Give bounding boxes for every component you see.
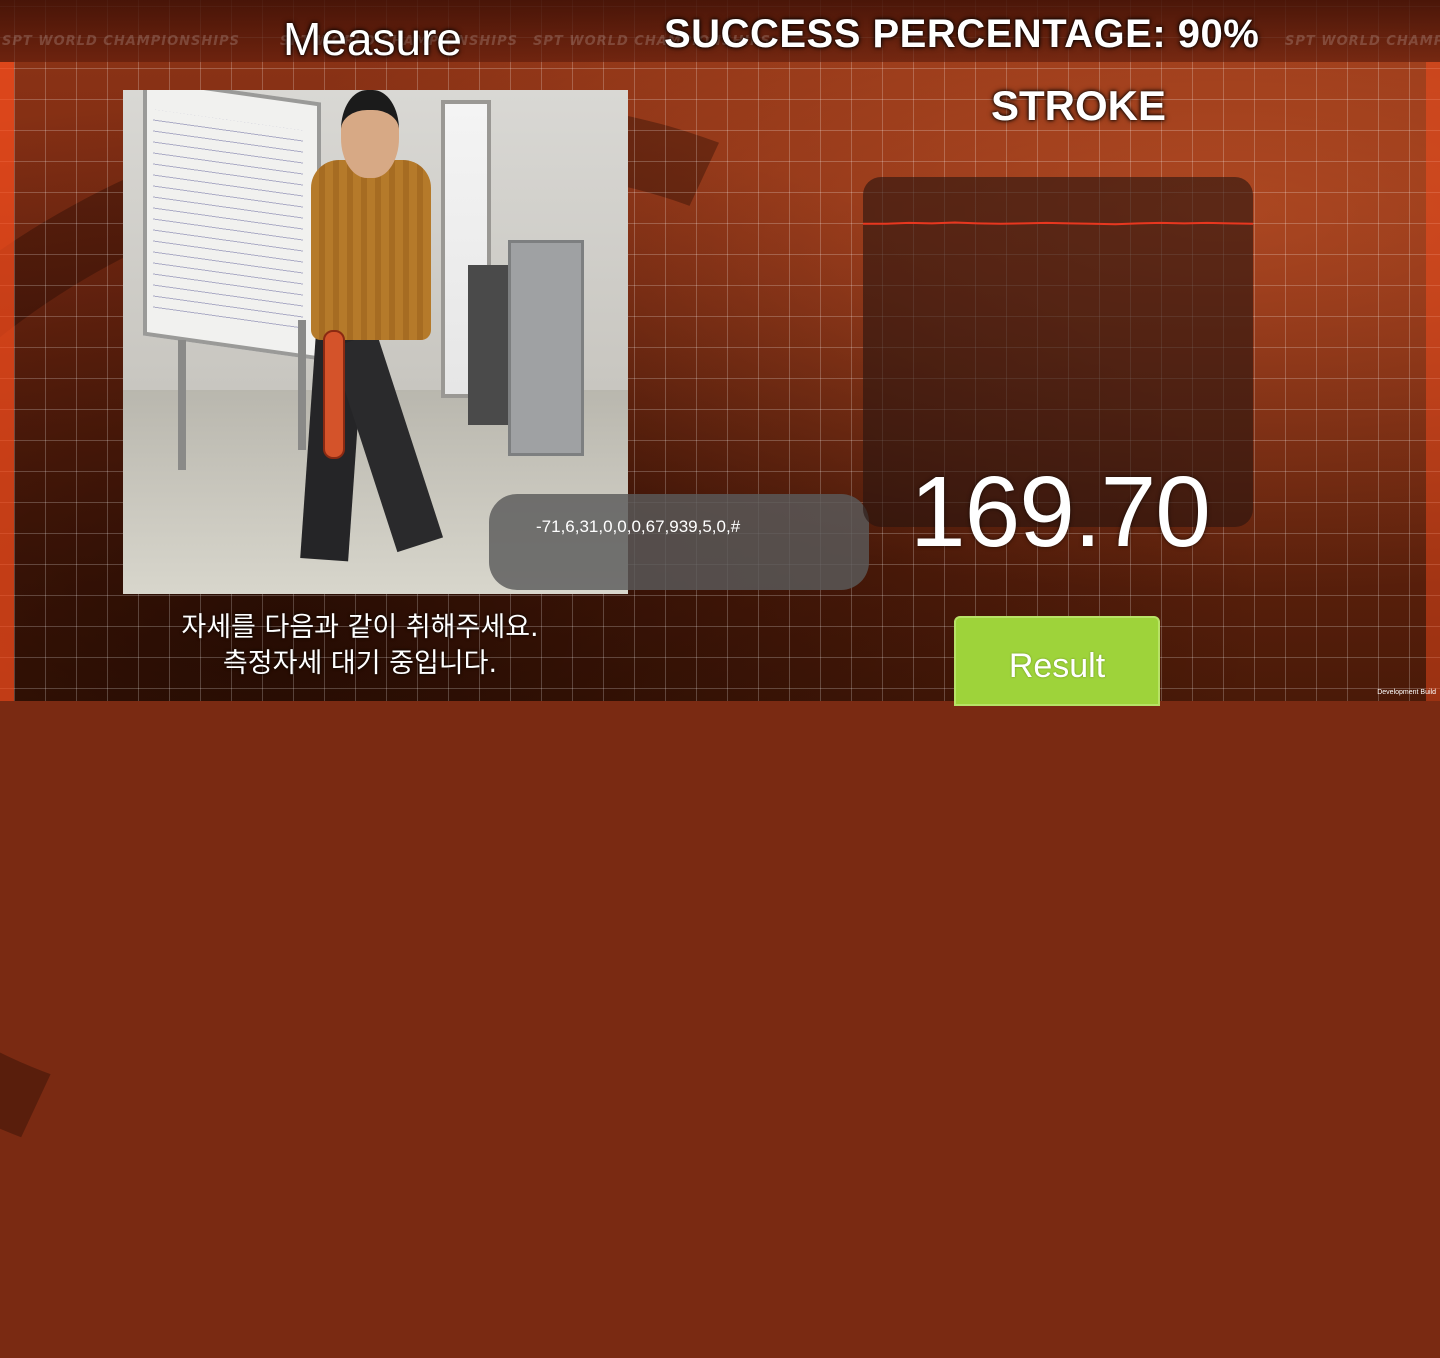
photo-person-sweater	[311, 160, 431, 340]
left-edge-accent	[0, 62, 14, 701]
sensor-data-box	[489, 494, 869, 590]
success-percentage-label: SUCCESS PERCENTAGE: 90%	[664, 12, 1260, 56]
development-build-label: Development Build	[1377, 689, 1436, 696]
result-button[interactable]: Result	[954, 616, 1160, 706]
watermark-text: SPT WORLD CHAMPIONSHIPS	[1285, 34, 1440, 49]
right-edge-accent	[1426, 62, 1440, 701]
photo-whiteboard-stand	[178, 340, 186, 470]
page-title: Measure	[283, 13, 462, 65]
instructions-line-1: 자세를 다음과 같이 취해주세요.	[181, 612, 539, 643]
photo-person-head	[341, 90, 399, 178]
photo-partition	[508, 240, 584, 456]
stroke-graph-label: STROKE	[991, 82, 1167, 129]
measurement-value: 169.70	[910, 456, 1211, 568]
photo-racket	[323, 330, 345, 459]
watermark-text: SPT WORLD CHAMPIONSHIPS	[2, 34, 240, 49]
instructions-line-2: 측정자세 대기 중입니다.	[222, 648, 498, 679]
photo-printer	[468, 265, 513, 425]
sensor-data-text: -71,6,31,0,0,0,67,939,5,0,#	[536, 517, 741, 536]
stroke-line	[863, 221, 1253, 226]
instructions-text: 자세를 다음과 같이 취해주세요. 측정자세 대기 중입니다.	[150, 610, 570, 682]
photo-whiteboard-stand	[298, 320, 306, 450]
photo-whiteboard-writing	[153, 109, 303, 331]
